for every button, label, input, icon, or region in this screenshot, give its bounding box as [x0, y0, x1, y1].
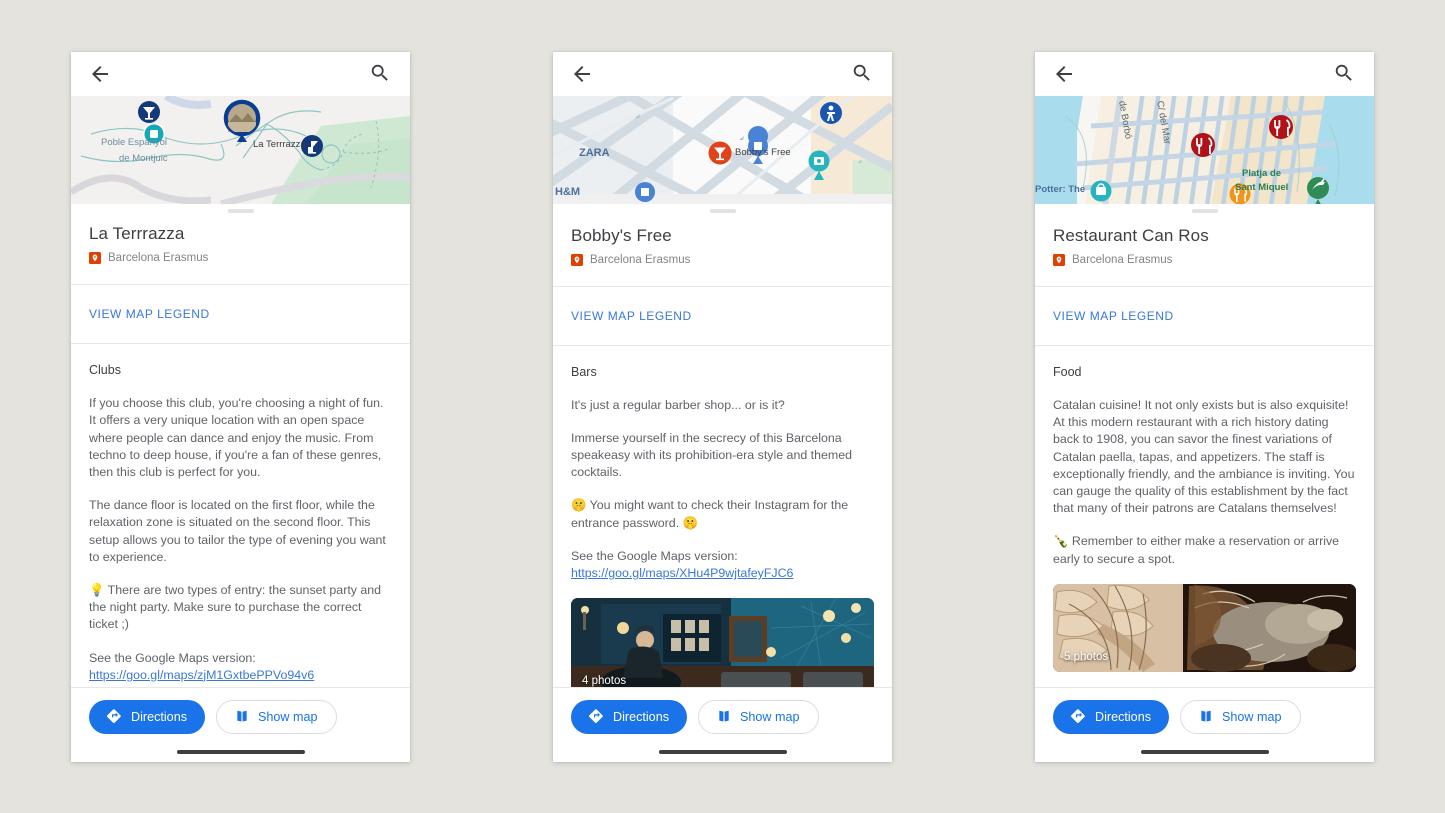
- legend-row: VIEW MAP LEGEND: [71, 285, 410, 345]
- home-indicator: [658, 750, 787, 754]
- place-sheet: Bobby's Free Barcelona Erasmus VIEW MAP …: [553, 204, 892, 762]
- map-preview-restaurant-can-ros[interactable]: de Borbó C/ del Mar Potter: The Platja d…: [1035, 96, 1374, 204]
- place-subtitle-label: Barcelona Erasmus: [590, 253, 691, 266]
- legend-row: VIEW MAP LEGEND: [553, 287, 892, 346]
- sheet-drag-handle-area[interactable]: [553, 204, 892, 218]
- directions-button[interactable]: Directions: [1053, 700, 1169, 734]
- top-app-bar: [1035, 52, 1374, 96]
- directions-diamond-icon: [107, 708, 122, 726]
- page-title: Restaurant Can Ros: [1053, 226, 1209, 245]
- page-title: La Terrrazza: [89, 224, 185, 244]
- page-title: Bobby's Free: [571, 225, 672, 245]
- photo-thumbnail[interactable]: 4 photos: [571, 598, 874, 687]
- map-pin-badge-icon: [1053, 254, 1065, 266]
- drag-handle[interactable]: [227, 209, 254, 213]
- view-map-legend-link[interactable]: VIEW MAP LEGEND: [571, 309, 692, 323]
- description-paragraph: If you choose this club, you're choosing…: [89, 396, 384, 479]
- map-preview-bobbys-free[interactable]: ZARA H&M Bobby's Free: [553, 96, 892, 204]
- action-bar: Directions Show map: [1035, 687, 1374, 762]
- place-card-bobbys-free: ZARA H&M Bobby's Free Bobby's Free Barce…: [553, 52, 892, 762]
- place-subtitle: Barcelona Erasmus: [89, 252, 392, 265]
- directions-button[interactable]: Directions: [89, 700, 205, 734]
- place-header: Restaurant Can Ros Barcelona Erasmus: [1035, 218, 1374, 287]
- place-description[interactable]: Bars It's just a regular barber shop... …: [553, 346, 892, 687]
- action-bar: Directions Show map: [71, 687, 410, 762]
- show-map-label: Show map: [740, 710, 800, 724]
- top-app-bar: [71, 52, 410, 96]
- search-icon[interactable]: [369, 62, 393, 86]
- place-sheet: La Terrrazza Barcelona Erasmus VIEW MAP …: [71, 204, 410, 762]
- maps-version-label: See the Google Maps version:: [571, 548, 738, 563]
- map-book-icon: [1199, 709, 1213, 726]
- arrow-left-icon[interactable]: [1052, 62, 1076, 86]
- home-indicator: [1140, 750, 1269, 754]
- show-map-label: Show map: [1222, 710, 1282, 724]
- place-card-la-terrrazza: Poble Espanyol de Montjuic La Terrrazza …: [71, 52, 410, 762]
- arrow-left-icon[interactable]: [88, 62, 112, 86]
- category-label: Food: [1053, 365, 1082, 379]
- photo-count-label: 5 photos: [1064, 650, 1109, 663]
- action-bar: Directions Show map: [553, 687, 892, 762]
- description-paragraph: 🍾 Remember to either make a reservation …: [1053, 534, 1340, 566]
- search-icon[interactable]: [1333, 62, 1357, 86]
- photo-count-label: 4 photos: [582, 675, 627, 687]
- place-sheet: Restaurant Can Ros Barcelona Erasmus VIE…: [1035, 204, 1374, 762]
- directions-diamond-icon: [1071, 708, 1086, 726]
- map-book-icon: [235, 709, 249, 726]
- maps-version-block: See the Google Maps version: https://goo…: [571, 548, 874, 582]
- top-app-bar: [553, 52, 892, 96]
- action-button-row: Directions Show map: [571, 700, 874, 734]
- show-map-button[interactable]: Show map: [216, 700, 337, 734]
- place-subtitle: Barcelona Erasmus: [571, 253, 874, 266]
- place-header: La Terrrazza Barcelona Erasmus: [71, 216, 410, 286]
- description-paragraph: Catalan cuisine! It not only exists but …: [1053, 398, 1355, 516]
- place-card-restaurant-can-ros: de Borbó C/ del Mar Potter: The Platja d…: [1035, 52, 1374, 762]
- description-paragraph: 💡 There are two types of entry: the suns…: [89, 582, 382, 632]
- directions-button[interactable]: Directions: [571, 700, 687, 734]
- sheet-drag-handle-area[interactable]: [71, 204, 410, 217]
- photo-thumbnail[interactable]: 5 photos: [1053, 583, 1356, 672]
- screenshot-stage: Poble Espanyol de Montjuic La Terrrazza …: [0, 0, 1445, 813]
- google-maps-link[interactable]: https://goo.gl/maps/zjM1GxtbePPVo94v6: [89, 668, 314, 682]
- place-subtitle-label: Barcelona Erasmus: [1072, 254, 1173, 266]
- show-map-button[interactable]: Show map: [698, 700, 819, 734]
- legend-row: VIEW MAP LEGEND: [1035, 287, 1374, 346]
- drag-handle[interactable]: [709, 209, 736, 213]
- category-label: Bars: [571, 364, 597, 379]
- home-indicator: [176, 750, 305, 754]
- search-icon[interactable]: [851, 62, 875, 86]
- sheet-drag-handle-area[interactable]: [1035, 204, 1374, 218]
- show-map-button[interactable]: Show map: [1180, 700, 1301, 734]
- description-paragraph: The dance floor is located on the first …: [89, 498, 386, 564]
- directions-label: Directions: [1095, 710, 1151, 724]
- description-paragraph: It's just a regular barber shop... or is…: [571, 397, 785, 412]
- place-header: Bobby's Free Barcelona Erasmus: [553, 218, 892, 287]
- map-book-icon: [717, 709, 731, 726]
- place-subtitle: Barcelona Erasmus: [1053, 254, 1356, 266]
- description-paragraph: 🤫 You might want to check their Instagra…: [571, 498, 849, 530]
- place-description[interactable]: Food Catalan cuisine! It not only exists…: [1035, 346, 1374, 687]
- directions-diamond-icon: [589, 708, 604, 726]
- map-pin-badge-icon: [571, 253, 583, 266]
- description-paragraph: Immerse yourself in the secrecy of this …: [571, 430, 853, 480]
- place-subtitle-label: Barcelona Erasmus: [108, 252, 209, 265]
- place-description[interactable]: Clubs If you choose this club, you're ch…: [71, 344, 410, 687]
- view-map-legend-link[interactable]: VIEW MAP LEGEND: [1053, 309, 1174, 323]
- arrow-left-icon[interactable]: [570, 62, 594, 86]
- category-label: Clubs: [89, 363, 121, 378]
- directions-label: Directions: [131, 710, 187, 724]
- drag-handle[interactable]: [1191, 209, 1218, 213]
- action-button-row: Directions Show map: [1053, 700, 1356, 734]
- directions-label: Directions: [613, 710, 669, 724]
- map-preview-la-terrrazza[interactable]: Poble Espanyol de Montjuic La Terrrazza: [71, 96, 410, 204]
- show-map-label: Show map: [258, 710, 318, 724]
- action-button-row: Directions Show map: [89, 700, 392, 734]
- google-maps-link[interactable]: https://goo.gl/maps/XHu4P9wjtafeyFJC6: [571, 566, 793, 580]
- map-pin-badge-icon: [89, 252, 101, 265]
- maps-version-block: See the Google Maps version: https://goo…: [89, 650, 392, 684]
- maps-version-label: See the Google Maps version:: [89, 650, 256, 665]
- view-map-legend-link[interactable]: VIEW MAP LEGEND: [89, 307, 210, 321]
